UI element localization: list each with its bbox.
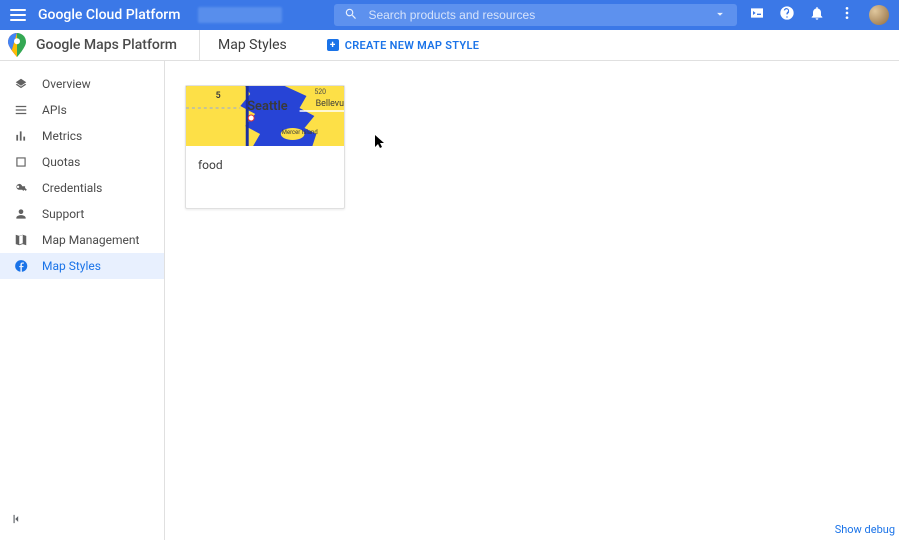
create-new-map-style-button[interactable]: + CREATE NEW MAP STYLE [327, 39, 479, 52]
map-island-label: Mercer Island [282, 129, 318, 136]
sidebar-item-quotas[interactable]: Quotas [0, 149, 164, 175]
search-input[interactable] [368, 8, 713, 22]
page-title: Map Styles [218, 37, 287, 53]
sidebar-item-label: Map Styles [42, 259, 101, 273]
sidebar-item-map-styles[interactable]: Map Styles [0, 253, 164, 279]
search-icon [344, 6, 358, 25]
sidebar-item-overview[interactable]: Overview [0, 71, 164, 97]
plus-icon: + [327, 39, 339, 51]
brand-label: Google Cloud Platform [38, 7, 180, 23]
sidebar-item-support[interactable]: Support [0, 201, 164, 227]
divider [199, 30, 200, 61]
maps-pin-icon [8, 33, 26, 57]
sidebar-item-label: Support [42, 207, 84, 221]
top-header: Google Cloud Platform [0, 0, 899, 30]
map-east-label: Bellevu [316, 99, 344, 109]
more-vert-icon[interactable] [839, 5, 855, 25]
sub-header: Google Maps Platform Map Styles + CREATE… [0, 30, 899, 61]
menu-icon[interactable] [10, 9, 26, 21]
svg-text:520: 520 [314, 88, 326, 96]
map-style-card[interactable]: 5 520 Seattle Bellevu Mercer Island food [185, 85, 345, 209]
chevron-down-icon[interactable] [713, 6, 727, 25]
content: 5 520 Seattle Bellevu Mercer Island food [165, 61, 899, 540]
map-city-label: Seattle [247, 99, 288, 114]
sidebar-item-apis[interactable]: APIs [0, 97, 164, 123]
sidebar-item-label: APIs [42, 103, 67, 117]
sidebar-item-label: Quotas [42, 155, 80, 169]
create-label: CREATE NEW MAP STYLE [345, 39, 479, 52]
collapse-sidebar-button[interactable] [10, 511, 24, 530]
sidebar-item-label: Credentials [42, 181, 102, 195]
sidebar-item-credentials[interactable]: Credentials [0, 175, 164, 201]
sidebar-item-label: Overview [42, 77, 91, 91]
sidebar-item-metrics[interactable]: Metrics [0, 123, 164, 149]
sidebar-item-map-management[interactable]: Map Management [0, 227, 164, 253]
cloud-shell-icon[interactable] [749, 5, 765, 25]
map-style-name: food [186, 146, 344, 208]
svg-text:5: 5 [216, 91, 221, 101]
product-title: Google Maps Platform [36, 37, 177, 53]
search-bar[interactable] [334, 4, 737, 26]
sidebar-item-label: Metrics [42, 129, 82, 143]
project-selector-blurred[interactable] [198, 7, 282, 23]
body: Overview APIs Metrics Quotas Credentials… [0, 61, 899, 540]
show-debug-link[interactable]: Show debug [835, 523, 895, 536]
sidebar-item-label: Map Management [42, 233, 139, 247]
header-icons [749, 5, 889, 25]
help-icon[interactable] [779, 5, 795, 25]
notifications-icon[interactable] [809, 5, 825, 25]
sidebar: Overview APIs Metrics Quotas Credentials… [0, 61, 165, 540]
avatar[interactable] [869, 5, 889, 25]
map-preview: 5 520 Seattle Bellevu Mercer Island [186, 86, 344, 146]
